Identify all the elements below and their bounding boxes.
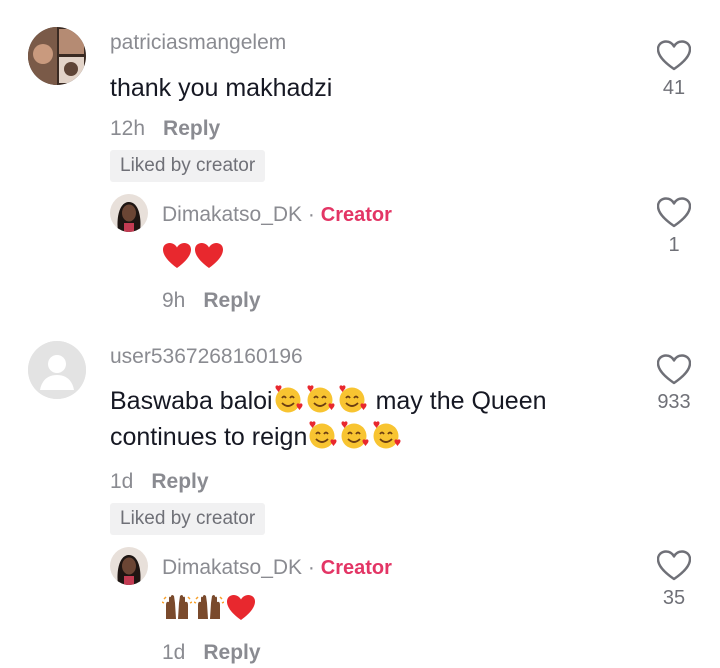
- comment-time: 1d: [110, 470, 134, 493]
- reply-username[interactable]: Dimakatso_DK · Creator: [162, 556, 392, 580]
- reply-emoji-text: [162, 240, 226, 276]
- like-count: 35: [662, 587, 686, 609]
- heart-outline-icon[interactable]: [657, 550, 691, 581]
- like-button[interactable]: 933: [644, 354, 704, 414]
- comment-time: 12h: [110, 117, 146, 140]
- like-count: 41: [662, 77, 686, 99]
- heart-outline-icon[interactable]: [657, 197, 691, 228]
- reply-button[interactable]: Reply: [203, 289, 260, 312]
- separator: ·: [307, 203, 315, 226]
- like-count: 933: [657, 391, 691, 413]
- smiling-face-with-hearts-icon: [341, 421, 369, 449]
- reply-time: 9h: [162, 289, 186, 312]
- avatar[interactable]: [110, 194, 148, 232]
- comment-text-part: Baswaba baloi: [110, 387, 273, 415]
- liked-by-creator-badge: Liked by creator: [110, 503, 266, 535]
- heart-outline-icon[interactable]: [657, 40, 691, 71]
- avatar[interactable]: [28, 27, 86, 85]
- comment-meta: 12h Reply: [110, 117, 220, 141]
- reply-meta: 1d Reply: [162, 641, 261, 665]
- reply-username[interactable]: Dimakatso_DK · Creator: [162, 203, 392, 227]
- comment-username[interactable]: patriciasmangelem: [110, 31, 286, 55]
- reply-button[interactable]: Reply: [151, 470, 208, 493]
- creator-badge: Creator: [320, 557, 392, 579]
- red-heart-icon: [163, 243, 191, 268]
- red-heart-icon: [195, 243, 223, 268]
- smiling-face-with-hearts-icon: [275, 385, 303, 413]
- raising-hands-icon: [194, 595, 224, 619]
- comment-text: thank you makhadzi: [110, 74, 333, 102]
- like-button[interactable]: 1: [644, 197, 704, 257]
- smiling-face-with-hearts-icon: [307, 385, 335, 413]
- like-button[interactable]: 41: [644, 40, 704, 100]
- reply-username-text[interactable]: Dimakatso_DK: [162, 203, 302, 226]
- comment-text-part: continues to reign: [110, 423, 308, 451]
- reply-meta: 9h Reply: [162, 289, 261, 313]
- reply-time: 1d: [162, 641, 186, 664]
- comment-meta: 1d Reply: [110, 470, 209, 494]
- raising-hands-icon: [162, 595, 192, 619]
- like-count: 1: [668, 234, 680, 256]
- comment-text-part: may the Queen: [375, 387, 547, 415]
- reply-emoji-text: [162, 592, 258, 628]
- avatar[interactable]: [110, 547, 148, 585]
- heart-outline-icon[interactable]: [657, 354, 691, 385]
- reply-button[interactable]: Reply: [203, 641, 260, 664]
- smiling-face-with-hearts-icon: [309, 421, 337, 449]
- separator: ·: [307, 556, 315, 579]
- smiling-face-with-hearts-icon: [373, 421, 401, 449]
- like-button[interactable]: 35: [644, 550, 704, 610]
- reply-username-text[interactable]: Dimakatso_DK: [162, 556, 302, 579]
- avatar-default[interactable]: [28, 341, 86, 399]
- reply-button[interactable]: Reply: [163, 117, 220, 140]
- smiling-face-with-hearts-icon: [339, 385, 367, 413]
- comment-text: Baswaba baloi may the Queen continues to…: [110, 383, 630, 455]
- comment-username[interactable]: user5367268160196: [110, 345, 303, 369]
- creator-badge: Creator: [320, 204, 392, 226]
- red-heart-icon: [227, 595, 255, 620]
- liked-by-creator-badge: Liked by creator: [110, 150, 266, 182]
